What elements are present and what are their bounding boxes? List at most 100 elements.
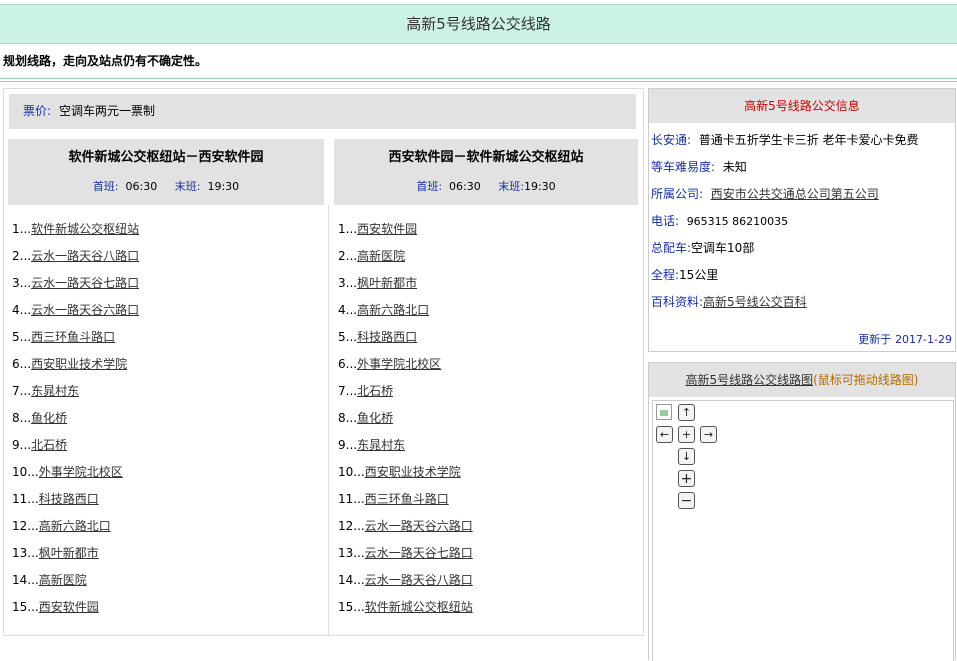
length-value: 15公里 [679,268,719,282]
stop-list: 1...西安软件园 2...高新医院 3...枫叶新都市 4...高新六路北口 … [334,216,638,621]
list-item: 3...云水一路天谷七路口 [8,270,324,297]
stop-number: 9... [338,438,358,452]
fare-label: 票价: [23,104,52,118]
stop-link[interactable]: 高新六路北口 [357,303,429,317]
phone-label: 电话: [651,214,680,228]
stop-link[interactable]: 云水一路天谷七路口 [365,546,473,560]
route-name: 软件新城公交枢纽站－西安软件园 [68,150,264,165]
stop-number: 3... [12,276,32,290]
stop-number: 3... [338,276,358,290]
stop-number: 15... [12,600,39,614]
pan-left-icon[interactable]: ← [656,426,673,443]
map-title-link[interactable]: 高新5号线路公交线路图 [685,373,813,387]
vehicles-value: 空调车10部 [691,241,755,255]
stop-link[interactable]: 东晁村东 [31,384,79,398]
info-title: 高新5号线路公交信息 [649,89,955,123]
stop-number: 13... [12,546,39,560]
stop-link[interactable]: 云水一路天谷六路口 [365,519,473,533]
list-item: 14...高新医院 [8,567,324,594]
info-difficulty-row: 等车难易度: 未知 [649,154,955,181]
stop-number: 10... [338,465,365,479]
stop-link[interactable]: 枫叶新都市 [39,546,99,560]
route-notice: 规划线路，走向及站点仍有不确定性。 [3,54,208,68]
stop-link[interactable]: 外事学院北校区 [39,465,123,479]
stop-link[interactable]: 北石桥 [31,438,67,452]
list-item: 4...云水一路天谷六路口 [8,297,324,324]
list-item: 15...软件新城公交枢纽站 [334,594,638,621]
list-item: 9...北石桥 [8,432,324,459]
route-info-panel: 高新5号线路公交信息 长安通: 普通卡五折学生卡三折 老年卡爱心卡免费 等车难易… [648,88,956,352]
vehicles-label: 总配车: [651,241,692,255]
company-link[interactable]: 西安市公共交通总公司第五公司 [711,187,879,201]
list-item: 6...外事学院北校区 [334,351,638,378]
stop-number: 6... [12,357,32,371]
stop-link[interactable]: 软件新城公交枢纽站 [365,600,473,614]
stop-number: 2... [12,249,32,263]
stop-number: 4... [338,303,358,317]
first-bus-time: 06:30 [449,180,481,193]
map-canvas[interactable]: ↑ ← + → ↓ + − [652,400,954,661]
route-outbound: 软件新城公交枢纽站－西安软件园 首班: 06:30 末班: 19:30 1...… [8,139,324,621]
stop-link[interactable]: 高新医院 [357,249,405,263]
stop-number: 5... [338,330,358,344]
list-item: 2...高新医院 [334,243,638,270]
stop-link[interactable]: 软件新城公交枢纽站 [31,222,139,236]
zoom-in-icon[interactable]: + [678,470,695,487]
first-bus-label: 首班: [92,180,119,193]
list-item: 14...云水一路天谷八路口 [334,567,638,594]
list-item: 7...北石桥 [334,378,638,405]
wiki-label: 百科资料: [651,295,704,309]
wiki-link[interactable]: 高新5号线公交百科 [703,295,807,309]
divider [0,78,957,79]
zoom-out-icon[interactable]: − [678,492,695,509]
length-label: 全程: [651,268,680,282]
stop-link[interactable]: 高新六路北口 [39,519,111,533]
list-item: 13...枫叶新都市 [8,540,324,567]
last-bus-time: 19:30 [207,180,240,193]
stop-link[interactable]: 云水一路天谷八路口 [31,249,139,263]
stop-number: 9... [12,438,32,452]
stop-number: 1... [338,222,358,236]
stop-link[interactable]: 外事学院北校区 [357,357,441,371]
stop-number: 8... [12,411,32,425]
stop-link[interactable]: 鱼化桥 [31,411,67,425]
stop-link[interactable]: 西安职业技术学院 [365,465,461,479]
stop-link[interactable]: 西安软件园 [39,600,99,614]
stop-link[interactable]: 枫叶新都市 [357,276,417,290]
route-inbound: 西安软件园－软件新城公交枢纽站 首班: 06:30 末班:19:30 1...西… [334,139,638,621]
stop-link[interactable]: 西三环鱼斗路口 [31,330,115,344]
list-item: 4...高新六路北口 [334,297,638,324]
stop-list: 1...软件新城公交枢纽站 2...云水一路天谷八路口 3...云水一路天谷七路… [8,216,324,621]
stop-link[interactable]: 云水一路天谷七路口 [31,276,139,290]
stop-link[interactable]: 西安职业技术学院 [31,357,127,371]
stop-link[interactable]: 西安软件园 [357,222,417,236]
info-vehicles-row: 总配车:空调车10部 [649,235,955,262]
page-title: 高新5号线路公交线路 [0,4,957,44]
first-bus-label: 首班: [416,180,443,193]
updated-label: 更新于 [858,333,892,346]
list-item: 15...西安软件园 [8,594,324,621]
stop-link[interactable]: 鱼化桥 [357,411,393,425]
stop-link[interactable]: 西三环鱼斗路口 [365,492,449,506]
stop-number: 12... [338,519,365,533]
list-item: 8...鱼化桥 [334,405,638,432]
stop-number: 15... [338,600,365,614]
stop-link[interactable]: 科技路西口 [39,492,99,506]
stop-link[interactable]: 北石桥 [357,384,393,398]
stop-link[interactable]: 东晁村东 [357,438,405,452]
broken-image-icon [656,404,672,420]
list-item: 1...西安软件园 [334,216,638,243]
pan-right-icon[interactable]: → [700,426,717,443]
stop-link[interactable]: 科技路西口 [357,330,417,344]
route-times: 首班: 06:30 末班: 19:30 [8,178,324,194]
stop-number: 12... [12,519,39,533]
pan-down-icon[interactable]: ↓ [678,448,695,465]
stop-link[interactable]: 高新医院 [39,573,87,587]
stop-link[interactable]: 云水一路天谷六路口 [31,303,139,317]
pan-up-icon[interactable]: ↑ [678,404,695,421]
first-bus-time: 06:30 [125,180,158,193]
route-times: 首班: 06:30 末班:19:30 [334,178,638,194]
pan-center-icon[interactable]: + [678,426,695,443]
stop-link[interactable]: 云水一路天谷八路口 [365,573,473,587]
stop-number: 8... [338,411,358,425]
